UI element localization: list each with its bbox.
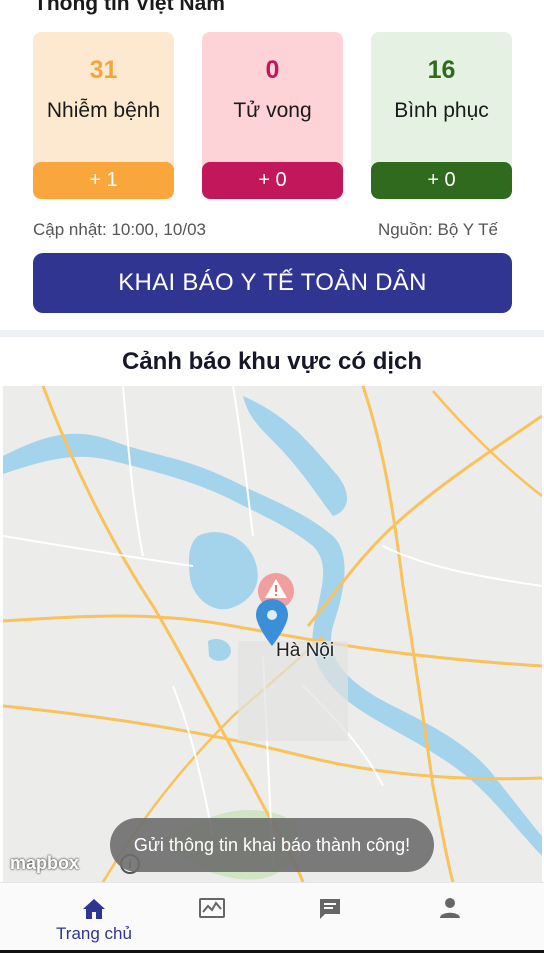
recovered-card: 16 Bình phục + 0 — [371, 32, 512, 199]
tab-home[interactable]: Trang chủ — [34, 883, 154, 951]
recovered-label: Bình phục — [394, 99, 489, 122]
stats-icon — [199, 897, 225, 924]
bottom-tab-bar: Trang chủ — [0, 882, 544, 953]
home-icon — [81, 897, 107, 926]
tab-profile[interactable] — [390, 883, 510, 951]
death-card: 0 Tử vong + 0 — [202, 32, 343, 199]
death-delta: + 0 — [202, 162, 343, 199]
infected-card: 31 Nhiễm bệnh + 1 — [33, 32, 174, 199]
map-canvas — [3, 386, 542, 882]
tab-messages[interactable] — [270, 883, 390, 951]
profile-icon — [439, 897, 461, 924]
recovered-delta: + 0 — [371, 162, 512, 199]
data-source: Nguồn: Bộ Y Tế — [377, 220, 498, 239]
page-title: Thông tin Việt Nam — [34, 0, 225, 15]
health-declaration-button[interactable]: KHAI BÁO Y TẾ TOÀN DÂN — [33, 253, 512, 313]
tab-statistics[interactable] — [152, 883, 272, 951]
infected-label: Nhiễm bệnh — [46, 99, 161, 122]
outbreak-map[interactable] — [3, 386, 542, 882]
infected-count: 31 — [89, 56, 118, 84]
section-divider — [0, 330, 544, 337]
update-time: Cập nhật: 10:00, 10/03 — [33, 220, 206, 239]
success-toast: Gửi thông tin khai báo thành công! — [110, 818, 434, 872]
map-city-label: Hà Nội — [276, 640, 335, 661]
tab-home-label: Trang chủ — [56, 924, 132, 943]
news-icon — [318, 897, 342, 926]
infected-delta: + 1 — [33, 162, 174, 199]
death-count: 0 — [265, 56, 280, 84]
death-label: Tử vong — [233, 99, 312, 122]
map-section-title: Cảnh báo khu vực có dịch — [121, 348, 423, 375]
recovered-count: 16 — [427, 56, 456, 84]
mapbox-logo[interactable]: mapbox — [10, 853, 79, 874]
